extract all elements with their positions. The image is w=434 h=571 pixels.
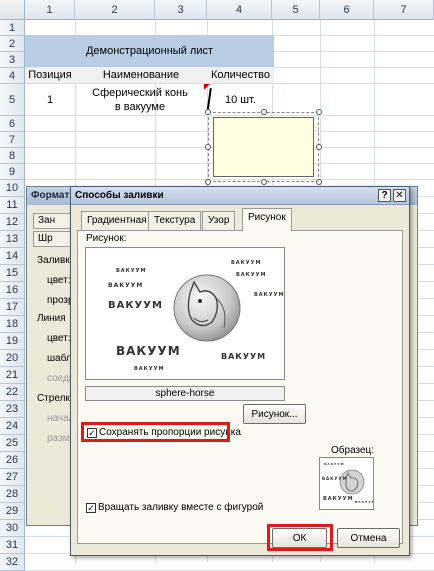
sample-text: ВАКУУМ	[324, 462, 345, 466]
bg-label-line-color: цвет:	[47, 333, 71, 344]
column-header-1[interactable]: 1	[25, 0, 75, 20]
row-header-20[interactable]: 20	[0, 350, 25, 367]
help-button[interactable]: ?	[378, 189, 391, 202]
cancel-button[interactable]: Отмена	[337, 528, 400, 548]
row-header-5[interactable]: 5	[0, 84, 25, 116]
close-button[interactable]: ✕	[393, 189, 406, 202]
picture-preview: ВАКУУМ ВАКУУМ ВАКУУМ ВАКУУМ ВАКУУМ ВАКУУ…	[85, 247, 285, 380]
row-header-14[interactable]: 14	[0, 248, 25, 265]
dialog-title: Способы заливки	[75, 190, 164, 201]
select-all-corner[interactable]	[0, 0, 25, 20]
resize-handle[interactable]	[205, 109, 211, 115]
row-header-10[interactable]: 10	[0, 180, 25, 197]
resize-handle[interactable]	[205, 179, 211, 185]
rotate-fill-label[interactable]: Вращать заливку вместе с фигурой	[98, 502, 263, 513]
header-quantity[interactable]: Количество	[207, 67, 274, 83]
picture-name-field: sphere-horse	[85, 386, 285, 401]
tab-pattern[interactable]: Узор	[202, 211, 236, 230]
row-header-8[interactable]: 8	[0, 148, 25, 164]
sample-text: ВАКУУМ	[323, 496, 354, 502]
header-position[interactable]: Позиция	[25, 67, 75, 83]
title-cell[interactable]: Демонстрационный лист	[25, 35, 274, 67]
resize-handle[interactable]	[261, 179, 267, 185]
tab-texture[interactable]: Текстура	[148, 211, 202, 230]
column-header-7[interactable]: 7	[374, 0, 434, 20]
row-header-31[interactable]: 31	[0, 537, 25, 554]
row-header-4[interactable]: 4	[0, 68, 25, 84]
row-header-2[interactable]: 2	[0, 36, 25, 52]
column-header-4[interactable]: 4	[207, 0, 272, 20]
row-header-6[interactable]: 6	[0, 116, 25, 132]
comment-shape[interactable]	[205, 109, 322, 185]
bg-label-line: Линия	[37, 313, 66, 324]
picture-text: ВАКУУМ	[236, 272, 267, 278]
row-header-25[interactable]: 25	[0, 435, 25, 452]
select-picture-button[interactable]: Рисунок...	[243, 404, 306, 424]
picture-text: ВАКУУМ	[116, 268, 147, 274]
picture-text: ВАКУУМ	[134, 366, 165, 372]
row-header-29[interactable]: 29	[0, 503, 25, 520]
picture-text: ВАКУУМ	[221, 352, 267, 361]
column-header-5[interactable]: 5	[272, 0, 320, 20]
row-header-7[interactable]: 7	[0, 132, 25, 148]
resize-handle[interactable]	[316, 179, 322, 185]
column-header-2[interactable]: 2	[75, 0, 155, 20]
row-header-12[interactable]: 12	[0, 214, 25, 231]
resize-handle[interactable]	[261, 109, 267, 115]
picture-text: ВАКУУМ	[116, 344, 181, 358]
resize-handle[interactable]	[316, 109, 322, 115]
highlight-keep-ratio	[81, 422, 230, 442]
sample-text: ВАКУУМ	[355, 500, 374, 504]
row-header-11[interactable]: 11	[0, 197, 25, 214]
row-header-16[interactable]: 16	[0, 282, 25, 299]
row-header-26[interactable]: 26	[0, 452, 25, 469]
column-header-6[interactable]: 6	[320, 0, 374, 20]
sample-text: ВАКУУМ	[322, 476, 348, 481]
resize-handle[interactable]	[205, 144, 211, 150]
picture-label: Рисунок:	[86, 233, 127, 244]
picture-text: ВАКУУМ	[231, 260, 262, 266]
row-header-22[interactable]: 22	[0, 384, 25, 401]
row-header-3[interactable]: 3	[0, 52, 25, 68]
dialog-titlebar[interactable]: Способы заливки ? ✕	[71, 187, 409, 205]
bg-label-arrows: Стрелк	[37, 393, 70, 404]
picture-text: ВАКУУМ	[108, 282, 144, 289]
row-header-28[interactable]: 28	[0, 486, 25, 503]
cell-quantity[interactable]: 10 шт.	[207, 90, 274, 110]
column-header-3[interactable]: 3	[155, 0, 207, 20]
rotate-fill-checkbox[interactable]: ✓	[86, 503, 96, 513]
tab-gradient[interactable]: Градиентная	[81, 211, 153, 230]
row-header-1[interactable]: 1	[0, 20, 25, 36]
row-header-21[interactable]: 21	[0, 367, 25, 384]
shape-fill	[213, 117, 314, 177]
sample-preview: ВАКУУМ ВАКУУМ ВАКУУМ ВАКУУМ	[319, 457, 374, 510]
row-header-18[interactable]: 18	[0, 316, 25, 333]
row-header-19[interactable]: 19	[0, 333, 25, 350]
row-header-9[interactable]: 9	[0, 164, 25, 180]
row-header-13[interactable]: 13	[0, 231, 25, 248]
highlight-ok	[267, 524, 333, 551]
row-header-23[interactable]: 23	[0, 401, 25, 418]
sample-label: Образец:	[331, 445, 375, 456]
tab-picture[interactable]: Рисунок	[242, 208, 292, 231]
row-header-15[interactable]: 15	[0, 265, 25, 282]
header-name[interactable]: Наименование	[75, 67, 207, 83]
row-header-24[interactable]: 24	[0, 418, 25, 435]
picture-text: ВАКУУМ	[108, 300, 163, 311]
resize-handle[interactable]	[316, 144, 322, 150]
cell-position[interactable]: 1	[25, 84, 75, 116]
cell-name[interactable]: Сферический конь в вакууме	[90, 84, 190, 116]
row-header-30[interactable]: 30	[0, 520, 25, 537]
row-header-17[interactable]: 17	[0, 299, 25, 316]
row-header-27[interactable]: 27	[0, 469, 25, 486]
picture-text: ВАКУУМ	[254, 292, 285, 298]
bg-label-color: цвет:	[47, 275, 71, 286]
